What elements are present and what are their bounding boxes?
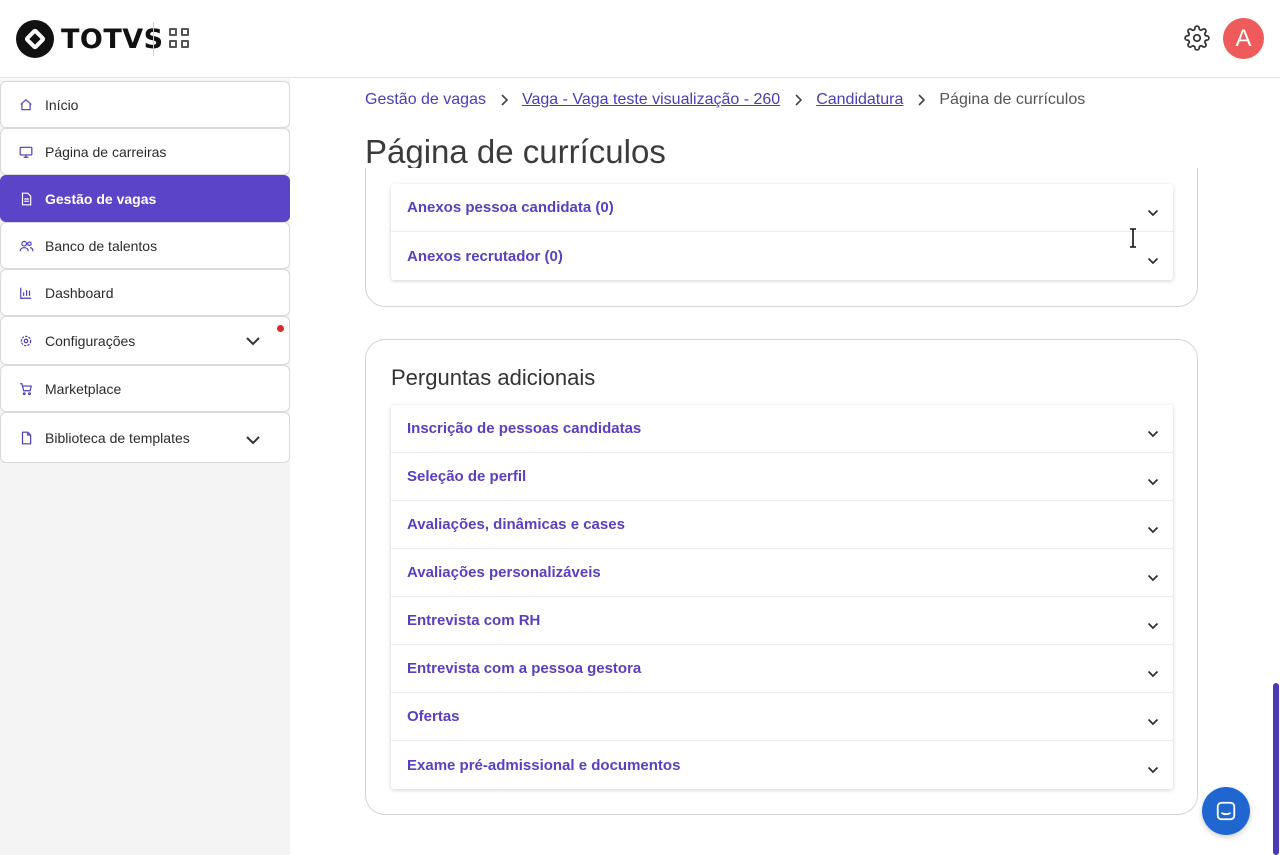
accordion-label: Entrevista com a pessoa gestora [407, 660, 642, 677]
sidebar-item-biblioteca-templates[interactable]: Biblioteca de templates [0, 412, 290, 463]
brand-name: TOTVS [61, 23, 164, 55]
scrollbar-thumb[interactable] [1273, 683, 1279, 855]
file-icon [18, 430, 34, 446]
text-cursor-icon [1128, 228, 1138, 248]
chevron-down-icon [245, 333, 261, 351]
gear-icon [18, 333, 34, 349]
chevron-down-icon [1147, 252, 1159, 270]
top-header: TOTVS A [0, 0, 1280, 78]
accordion-label: Anexos pessoa candidata (0) [407, 199, 614, 216]
user-avatar[interactable]: A [1223, 18, 1264, 59]
sidebar-item-gestao-vagas[interactable]: Gestão de vagas [0, 175, 290, 222]
breadcrumb-current: Página de currículos [939, 91, 1086, 108]
accordion-item[interactable]: Entrevista com a pessoa gestora [391, 645, 1173, 693]
sidebar-item-dashboard[interactable]: Dashboard [0, 269, 290, 316]
breadcrumb-candidatura[interactable]: Candidatura [816, 91, 903, 109]
section-title: Perguntas adicionais [391, 365, 596, 390]
sidebar-item-label: Dashboard [45, 284, 114, 301]
cart-icon [18, 381, 34, 397]
notification-dot [277, 325, 284, 332]
accordion-item[interactable]: Anexos recrutador (0) [391, 232, 1173, 280]
attachments-accordion: Anexos pessoa candidata (0) Anexos recru… [391, 184, 1173, 280]
sidebar-item-label: Gestão de vagas [45, 190, 157, 207]
accordion-item[interactable]: Avaliações, dinâmicas e cases [391, 501, 1173, 549]
sidebar-item-marketplace[interactable]: Marketplace [0, 365, 290, 412]
accordion-item[interactable]: Inscrição de pessoas candidatas [391, 405, 1173, 453]
totvs-logo[interactable]: TOTVS [16, 20, 164, 58]
chevron-down-icon [1147, 761, 1159, 779]
users-icon [18, 238, 34, 254]
sidebar-item-banco-talentos[interactable]: Banco de talentos [0, 222, 290, 269]
sidebar-item-label: Biblioteca de templates [45, 429, 190, 446]
accordion-label: Entrevista com RH [407, 612, 541, 629]
additional-questions-card: Perguntas adicionais Inscrição de pessoa… [365, 339, 1198, 815]
accordion-item[interactable]: Anexos pessoa candidata (0) [391, 184, 1173, 232]
chevron-down-icon [1147, 204, 1159, 222]
chat-icon [1216, 801, 1236, 821]
page-title: Página de currículos [365, 133, 666, 170]
chevron-down-icon [1147, 473, 1159, 491]
attachments-card: Anexos pessoa candidata (0) Anexos recru… [365, 168, 1198, 307]
accordion-item[interactable]: Exame pré-admissional e documentos [391, 741, 1173, 789]
chevron-down-icon [1147, 713, 1159, 731]
chat-button[interactable] [1202, 787, 1250, 835]
sidebar-item-inicio[interactable]: Início [0, 81, 290, 128]
sidebar-item-label: Marketplace [45, 380, 122, 397]
home-icon [18, 97, 34, 113]
breadcrumb-gestao-vagas[interactable]: Gestão de vagas [365, 91, 486, 109]
chevron-right-icon [917, 94, 926, 106]
sidebar-item-pagina-carreiras[interactable]: Página de carreiras [0, 128, 290, 175]
chevron-down-icon [1147, 569, 1159, 587]
chevron-down-icon [1147, 617, 1159, 635]
accordion-label: Avaliações, dinâmicas e cases [407, 516, 625, 533]
sidebar-item-label: Início [45, 96, 79, 113]
accordion-item[interactable]: Ofertas [391, 693, 1173, 741]
breadcrumb-vaga[interactable]: Vaga - Vaga teste visualização - 260 [522, 91, 780, 109]
chevron-down-icon [1147, 425, 1159, 443]
sidebar-item-configuracoes[interactable]: Configurações [0, 316, 290, 365]
sidebar-item-label: Banco de talentos [45, 237, 158, 254]
accordion-label: Anexos recrutador (0) [407, 247, 563, 265]
settings-gear-icon[interactable] [1184, 25, 1210, 51]
chevron-down-icon [245, 432, 261, 450]
sidebar: Início Página de carreiras Gestão de vag… [0, 79, 290, 855]
questions-accordion: Inscrição de pessoas candidatas Seleção d… [391, 405, 1173, 789]
accordion-label: Avaliações personalizáveis [407, 564, 601, 581]
accordion-label: Inscrição de pessoas candidatas [407, 420, 642, 437]
accordion-item[interactable]: Avaliações personalizáveis [391, 549, 1173, 597]
chevron-right-icon [794, 94, 803, 106]
breadcrumb: Gestão de vagas Vaga - Vaga teste visual… [365, 90, 1085, 110]
accordion-label: Ofertas [407, 708, 460, 725]
monitor-icon [18, 144, 34, 160]
chevron-down-icon [1147, 521, 1159, 539]
chevron-right-icon [500, 94, 508, 106]
accordion-label: Seleção de perfil [407, 468, 527, 485]
apps-grid-icon[interactable] [169, 28, 191, 50]
bar-chart-icon [18, 285, 34, 301]
totvs-logo-mark [16, 20, 54, 58]
chevron-down-icon [1147, 665, 1159, 683]
sidebar-item-label: Página de carreiras [45, 143, 167, 160]
accordion-label: Exame pré-admissional e documentos [407, 756, 681, 774]
accordion-item[interactable]: Seleção de perfil [391, 453, 1173, 501]
document-icon [18, 191, 34, 207]
accordion-item[interactable]: Entrevista com RH [391, 597, 1173, 645]
sidebar-item-label: Configurações [45, 332, 136, 349]
header-divider [153, 22, 154, 56]
